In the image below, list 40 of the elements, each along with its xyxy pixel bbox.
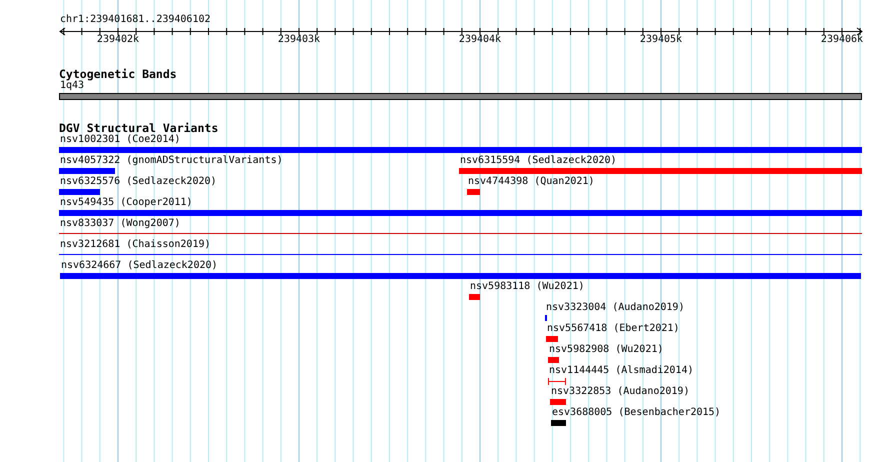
variant-bar[interactable]: [59, 147, 862, 153]
variant-interval[interactable]: [548, 378, 566, 385]
variant-bar[interactable]: [60, 273, 861, 279]
variant-label[interactable]: nsv5983118 (Wu2021): [470, 281, 584, 293]
variant-label[interactable]: nsv5567418 (Ebert2021): [547, 323, 680, 335]
variant-label[interactable]: nsv1002301 (Coe2014): [60, 134, 180, 146]
variant-bar[interactable]: [550, 399, 566, 405]
variant-label[interactable]: nsv3323004 (Audano2019): [546, 302, 684, 314]
variant-label[interactable]: nsv833037 (Wong2007): [60, 218, 180, 230]
variant-bar[interactable]: [546, 336, 558, 342]
band-label: 1q43: [60, 80, 84, 92]
track-title: Cytogenetic Bands: [59, 67, 177, 81]
variant-label[interactable]: nsv4744398 (Quan2021): [468, 176, 594, 188]
variant-bar[interactable]: [467, 189, 480, 195]
variant-label[interactable]: nsv3212681 (Chaisson2019): [60, 239, 211, 251]
ruler-tick-label: 239402k: [96, 34, 140, 46]
variant-line[interactable]: [59, 254, 862, 255]
variant-bar[interactable]: [59, 210, 862, 216]
ruler-tick-label: 239403k: [277, 34, 321, 46]
variant-label[interactable]: nsv4057322 (gnomADStructuralVariants): [60, 155, 283, 167]
variant-label[interactable]: nsv1144445 (Alsmadi2014): [549, 365, 694, 377]
variant-bar[interactable]: [551, 420, 566, 426]
variant-label[interactable]: nsv3322853 (Audano2019): [551, 386, 690, 398]
variant-label[interactable]: esv3688005 (Besenbacher2015): [552, 407, 721, 419]
variant-line[interactable]: [59, 233, 862, 234]
variant-bar[interactable]: [548, 357, 559, 363]
variant-label[interactable]: nsv6315594 (Sedlazeck2020): [460, 155, 617, 167]
track-title: DGV Structural Variants: [59, 121, 218, 135]
location-label: chr1:239401681..239406102: [60, 14, 211, 26]
variant-label[interactable]: nsv6325576 (Sedlazeck2020): [60, 176, 217, 188]
ruler-tick-label: 239404k: [458, 34, 502, 46]
variant-bar[interactable]: [59, 189, 100, 195]
ruler-tick-label: 239406k: [820, 34, 864, 46]
ruler-tick-label: 239405k: [639, 34, 683, 46]
variant-bar[interactable]: [469, 294, 480, 300]
variant-label[interactable]: nsv5982908 (Wu2021): [549, 344, 664, 356]
variant-label[interactable]: nsv549435 (Cooper2011): [60, 197, 192, 209]
variant-bar[interactable]: [59, 168, 115, 174]
variant-label[interactable]: nsv6324667 (Sedlazeck2020): [61, 260, 218, 272]
variant-bar[interactable]: [459, 168, 862, 174]
